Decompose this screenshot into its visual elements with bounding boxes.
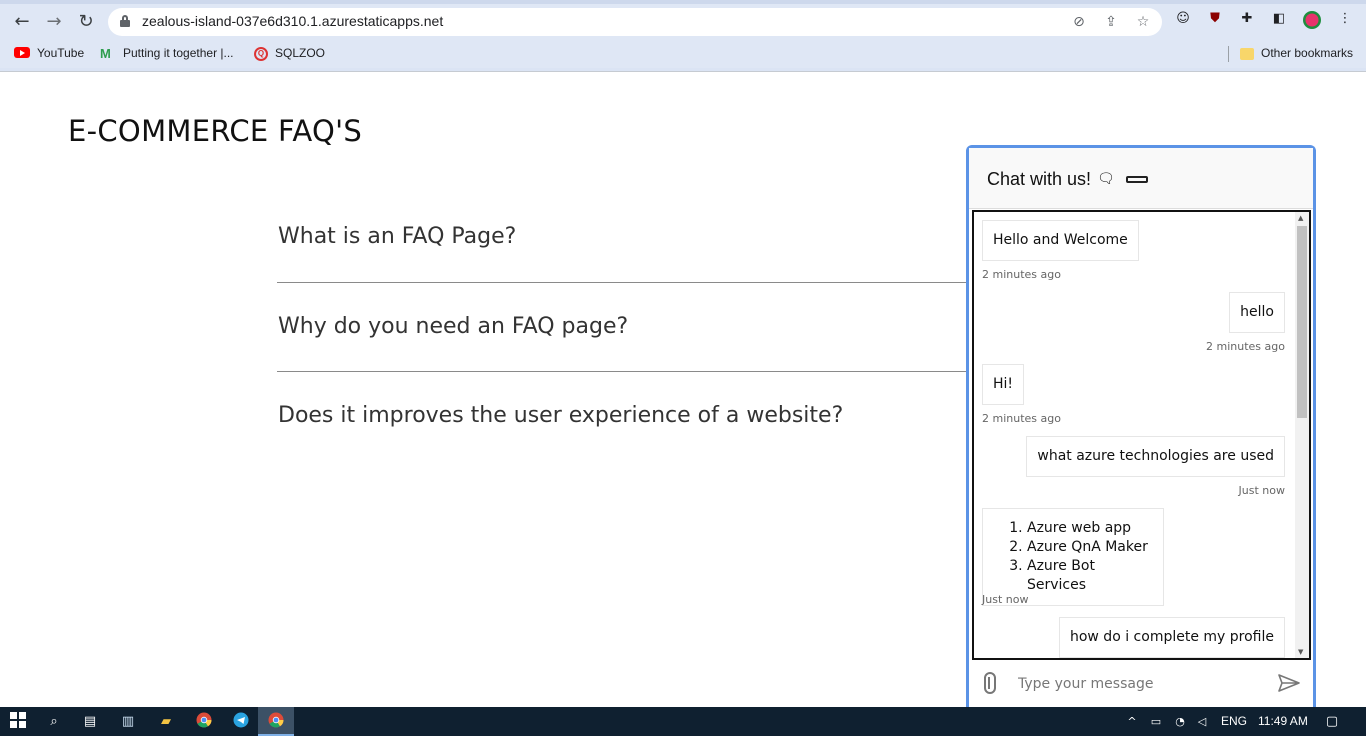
faq-divider xyxy=(277,282,967,283)
bookmark-sqlzoo[interactable]: Q SQLZOO xyxy=(254,44,325,62)
faq-divider xyxy=(277,371,967,372)
chat-messages[interactable]: Hello and Welcome 2 minutes ago hello 2 … xyxy=(972,210,1311,660)
other-bookmarks-label: Other bookmarks xyxy=(1261,46,1354,60)
message-time: 2 minutes ago xyxy=(982,412,1061,425)
eye-off-icon[interactable]: ⊘ xyxy=(1070,13,1088,31)
menu-dots-icon[interactable]: ⋮ xyxy=(1336,10,1354,28)
lock-icon xyxy=(120,15,130,27)
battery-icon[interactable]: ▭ xyxy=(1146,712,1166,732)
ublock-icon[interactable]: ⛊ xyxy=(1206,10,1224,28)
chrome-divider xyxy=(0,71,1366,72)
youtube-icon xyxy=(14,47,30,59)
wifi-icon[interactable]: ◔ xyxy=(1170,712,1190,732)
browser-toolbar: ← → ↻ zealous-island-037e6d310.1.azurest… xyxy=(0,4,1366,38)
bookmark-label: YouTube xyxy=(37,46,85,60)
bookmark-putting-it-together[interactable]: M Putting it together |... xyxy=(100,44,234,62)
bot-message: Hello and Welcome xyxy=(982,220,1139,261)
sqlzoo-icon: Q xyxy=(254,46,268,61)
windows-taskbar: ⌕ ▤ ▥ ▰ ^ ▭ ◔ ◁ ENG 11:49 AM ▢ xyxy=(0,707,1366,736)
reload-icon[interactable]: ↻ xyxy=(76,12,96,32)
send-icon[interactable] xyxy=(1278,674,1300,692)
user-message: what azure technologies are used xyxy=(1026,436,1285,477)
extension-face-icon[interactable]: ☺ xyxy=(1174,10,1192,28)
faq-question-3[interactable]: Does it improves the user experience of … xyxy=(278,403,843,428)
chat-title: Chat with us! xyxy=(987,169,1092,189)
star-icon[interactable]: ☆ xyxy=(1134,13,1152,31)
message-time: Just now xyxy=(1238,484,1285,497)
list-item: Azure web app xyxy=(1027,519,1153,538)
page-title: E-COMMERCE FAQ'S xyxy=(68,114,363,148)
paperclip-icon[interactable] xyxy=(984,672,996,694)
folder-icon xyxy=(1240,47,1254,60)
faq-question-2[interactable]: Why do you need an FAQ page? xyxy=(278,314,628,339)
notepad-icon[interactable]: ▥ xyxy=(118,712,138,732)
search-icon[interactable]: ⌕ xyxy=(44,712,64,732)
user-message: how do i complete my profile xyxy=(1058,617,1285,658)
speaker-icon[interactable]: ◁ xyxy=(1192,712,1212,732)
language-indicator[interactable]: ENG xyxy=(1221,714,1247,728)
bookmarks-bar: YouTube M Putting it together |... Q SQLZO… xyxy=(0,38,1366,68)
windows-start-icon[interactable] xyxy=(8,712,28,732)
chrome-icon[interactable] xyxy=(194,712,214,732)
bookmark-label: SQLZOO xyxy=(275,46,326,60)
list-item: Azure Bot Services xyxy=(1027,557,1153,595)
message-time: 2 minutes ago xyxy=(982,268,1061,281)
browser-chrome: ← → ↻ zealous-island-037e6d310.1.azurest… xyxy=(0,0,1366,72)
bookmark-label: Putting it together |... xyxy=(123,46,234,60)
chrome-active-icon[interactable] xyxy=(266,712,286,732)
chat-widget: Chat with us! 🗨 Hello and Welcome 2 minu… xyxy=(966,145,1316,710)
share-icon[interactable]: ⇪ xyxy=(1102,13,1120,31)
gmail-icon: M xyxy=(100,45,111,61)
chat-scrollbar[interactable]: ▲ ▼ xyxy=(1295,212,1309,658)
task-view-icon[interactable]: ▤ xyxy=(80,712,100,732)
message-time: 2 minutes ago xyxy=(1206,340,1285,353)
notifications-icon[interactable]: ▢ xyxy=(1322,712,1342,732)
chat-header[interactable]: Chat with us! 🗨 xyxy=(969,148,1313,209)
back-icon[interactable]: ← xyxy=(12,12,32,32)
profile-avatar-icon[interactable] xyxy=(1302,10,1321,29)
chevron-up-icon[interactable]: ^ xyxy=(1122,712,1142,732)
address-bar[interactable]: zealous-island-037e6d310.1.azurestaticap… xyxy=(108,8,1162,36)
faq-question-1[interactable]: What is an FAQ Page? xyxy=(278,224,516,249)
chat-input-row xyxy=(972,662,1311,710)
clock[interactable]: 11:49 AM xyxy=(1258,714,1308,728)
bookmark-divider xyxy=(1228,46,1229,62)
telegram-icon[interactable] xyxy=(231,712,251,732)
url-text[interactable]: zealous-island-037e6d310.1.azurestaticap… xyxy=(142,13,443,29)
user-message: hello xyxy=(1229,292,1285,333)
message-time: Just now xyxy=(982,593,1029,606)
side-panel-icon[interactable]: ◧ xyxy=(1270,10,1288,28)
minimize-icon[interactable] xyxy=(1126,176,1148,183)
bot-message: Hi! xyxy=(982,364,1025,405)
bot-list: Azure web app Azure QnA Maker Azure Bot … xyxy=(1017,519,1153,595)
puzzle-icon[interactable]: ✚ xyxy=(1238,10,1256,28)
scroll-thumb[interactable] xyxy=(1297,226,1307,418)
list-item: Azure QnA Maker xyxy=(1027,538,1153,557)
chat-message-input[interactable] xyxy=(1018,672,1268,696)
scroll-down-icon[interactable]: ▼ xyxy=(1298,648,1303,656)
bot-message-list: Azure web app Azure QnA Maker Azure Bot … xyxy=(982,508,1164,606)
bookmark-youtube[interactable]: YouTube xyxy=(14,44,84,62)
forward-icon[interactable]: → xyxy=(44,12,64,32)
other-bookmarks[interactable]: Other bookmarks xyxy=(1240,44,1353,62)
chat-bubbles-icon: 🗨 xyxy=(1097,171,1115,187)
file-explorer-icon[interactable]: ▰ xyxy=(156,712,176,732)
scroll-up-icon[interactable]: ▲ xyxy=(1298,214,1303,222)
